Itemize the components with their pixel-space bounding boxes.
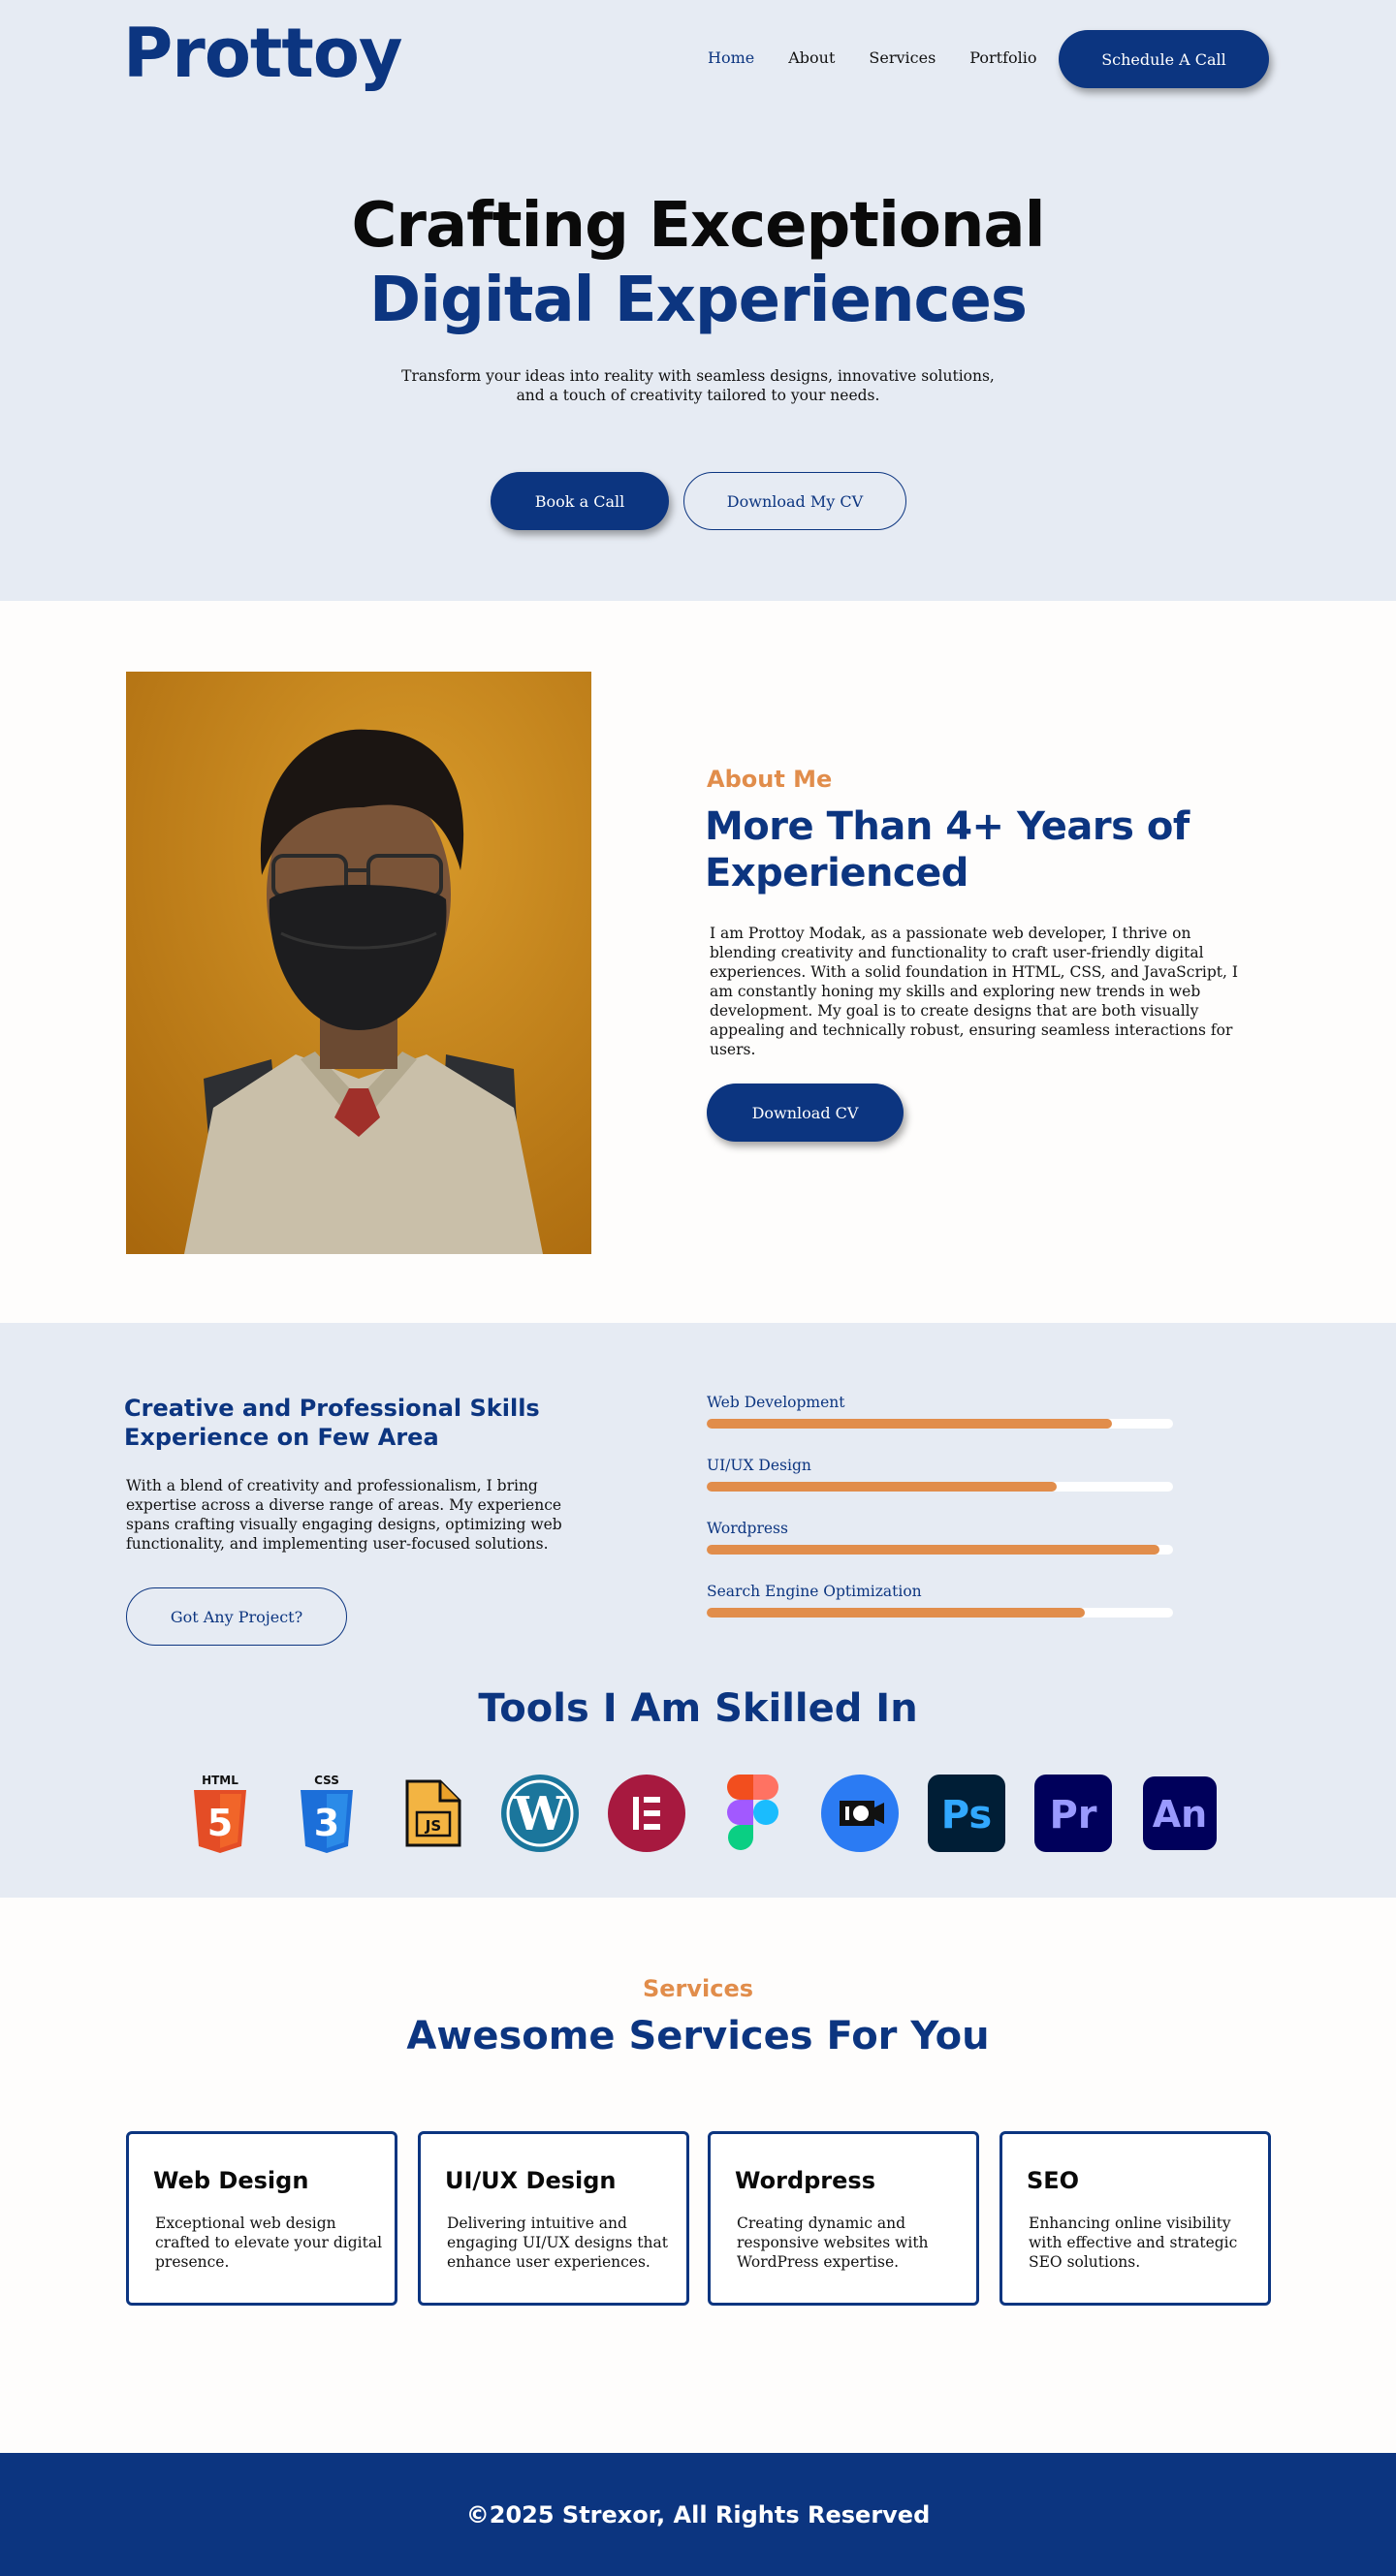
service-card: Web Design Exceptional web design crafte… xyxy=(126,2131,397,2306)
skill-label: Web Development xyxy=(707,1394,845,1411)
skill-track xyxy=(707,1482,1173,1492)
service-title: UI/UX Design xyxy=(445,2167,617,2194)
nav-home[interactable]: Home xyxy=(708,48,754,67)
skill-label: Wordpress xyxy=(707,1520,788,1537)
svg-text:Ps: Ps xyxy=(941,1793,992,1838)
svg-text:CSS: CSS xyxy=(314,1774,339,1787)
schedule-call-button[interactable]: Schedule A Call xyxy=(1059,30,1269,88)
services-heading: Awesome Services For You xyxy=(406,2014,990,2058)
skill-fill xyxy=(707,1545,1159,1555)
skill-track xyxy=(707,1419,1173,1429)
download-cv-button[interactable]: Download CV xyxy=(707,1084,904,1142)
skill-fill xyxy=(707,1419,1113,1429)
svg-text:W: W xyxy=(513,1787,567,1841)
service-body: Enhancing online visibility with effecti… xyxy=(1029,2215,1238,2271)
download-my-cv-button[interactable]: Download My CV xyxy=(683,472,906,530)
about-body: I am Prottoy Modak, as a passionate web … xyxy=(710,925,1238,1058)
premiere-icon: Pr xyxy=(1032,1773,1114,1854)
hero-section: Prottoy Home About Services Portfolio Sc… xyxy=(0,0,1396,601)
nav-services[interactable]: Services xyxy=(869,48,936,67)
svg-text:5: 5 xyxy=(207,1802,233,1844)
hero-subtitle: Transform your ideas into reality with s… xyxy=(401,367,995,404)
figma-icon xyxy=(713,1773,794,1854)
skill-label: Search Engine Optimization xyxy=(707,1583,922,1600)
skill-label: UI/UX Design xyxy=(707,1457,811,1474)
skills-body: With a blend of creativity and professio… xyxy=(126,1477,562,1553)
tools-row: HTML 5 CSS 3 JS W Ps Pr An xyxy=(179,1773,1226,1854)
service-body: Creating dynamic and responsive websites… xyxy=(737,2215,929,2271)
hero-title: Crafting Exceptional Digital Experiences xyxy=(0,189,1396,338)
skills-heading: Creative and Professional Skills Experie… xyxy=(124,1395,540,1451)
skill-fill xyxy=(707,1482,1057,1492)
main-nav: Home About Services Portfolio xyxy=(708,48,1071,67)
service-title: Wordpress xyxy=(735,2167,875,2194)
javascript-file-icon: JS xyxy=(393,1773,474,1854)
service-card: Wordpress Creating dynamic and responsiv… xyxy=(708,2131,979,2306)
skill-track xyxy=(707,1608,1173,1618)
skill-bar: Web Development xyxy=(707,1394,1173,1457)
wordpress-icon: W xyxy=(499,1773,581,1854)
nav-about[interactable]: About xyxy=(788,48,835,67)
site-footer: ©2025 Strexor, All Rights Reserved xyxy=(0,2453,1396,2576)
tools-heading: Tools I Am Skilled In xyxy=(478,1686,918,1731)
svg-text:HTML: HTML xyxy=(202,1774,238,1787)
profile-photo xyxy=(126,672,591,1254)
got-project-button[interactable]: Got Any Project? xyxy=(126,1587,347,1646)
site-logo[interactable]: Prottoy xyxy=(123,19,403,87)
skills-section: Creative and Professional Skills Experie… xyxy=(0,1323,1396,1898)
hero-title-line2: Digital Experiences xyxy=(369,264,1028,336)
svg-text:Pr: Pr xyxy=(1049,1793,1096,1838)
service-card: SEO Enhancing online visibility with eff… xyxy=(999,2131,1271,2306)
svg-text:An: An xyxy=(1153,1793,1207,1836)
service-card: UI/UX Design Delivering intuitive and en… xyxy=(418,2131,689,2306)
animate-icon: An xyxy=(1139,1773,1221,1854)
services-section: Services Awesome Services For You Web De… xyxy=(0,1898,1396,2453)
svg-text:3: 3 xyxy=(314,1802,339,1844)
skill-bar: Search Engine Optimization xyxy=(707,1583,1173,1646)
nav-portfolio[interactable]: Portfolio xyxy=(969,48,1036,67)
service-body: Delivering intuitive and engaging UI/UX … xyxy=(447,2215,668,2271)
book-call-button[interactable]: Book a Call xyxy=(491,472,669,530)
hero-title-line1: Crafting Exceptional xyxy=(351,190,1045,262)
about-kicker: About Me xyxy=(707,766,833,793)
elementor-icon xyxy=(606,1773,687,1854)
skill-track xyxy=(707,1545,1173,1555)
skill-bar: Wordpress xyxy=(707,1520,1173,1583)
service-title: Web Design xyxy=(153,2167,309,2194)
skill-fill xyxy=(707,1608,1085,1618)
about-section: About Me More Than 4+ Years of Experienc… xyxy=(0,601,1396,1323)
about-heading: More Than 4+ Years of Experienced xyxy=(705,804,1190,895)
services-kicker: Services xyxy=(642,1975,754,2002)
screencast-icon xyxy=(819,1773,901,1854)
footer-copyright: ©2025 Strexor, All Rights Reserved xyxy=(465,2500,931,2529)
skill-bars: Web Development UI/UX Design Wordpress S… xyxy=(707,1394,1173,1646)
service-body: Exceptional web design crafted to elevat… xyxy=(155,2215,383,2271)
photoshop-icon: Ps xyxy=(926,1773,1007,1854)
css3-icon: CSS 3 xyxy=(286,1773,367,1854)
skill-bar: UI/UX Design xyxy=(707,1457,1173,1520)
html5-icon: HTML 5 xyxy=(179,1773,261,1854)
service-title: SEO xyxy=(1027,2167,1080,2194)
svg-text:JS: JS xyxy=(425,1817,441,1835)
